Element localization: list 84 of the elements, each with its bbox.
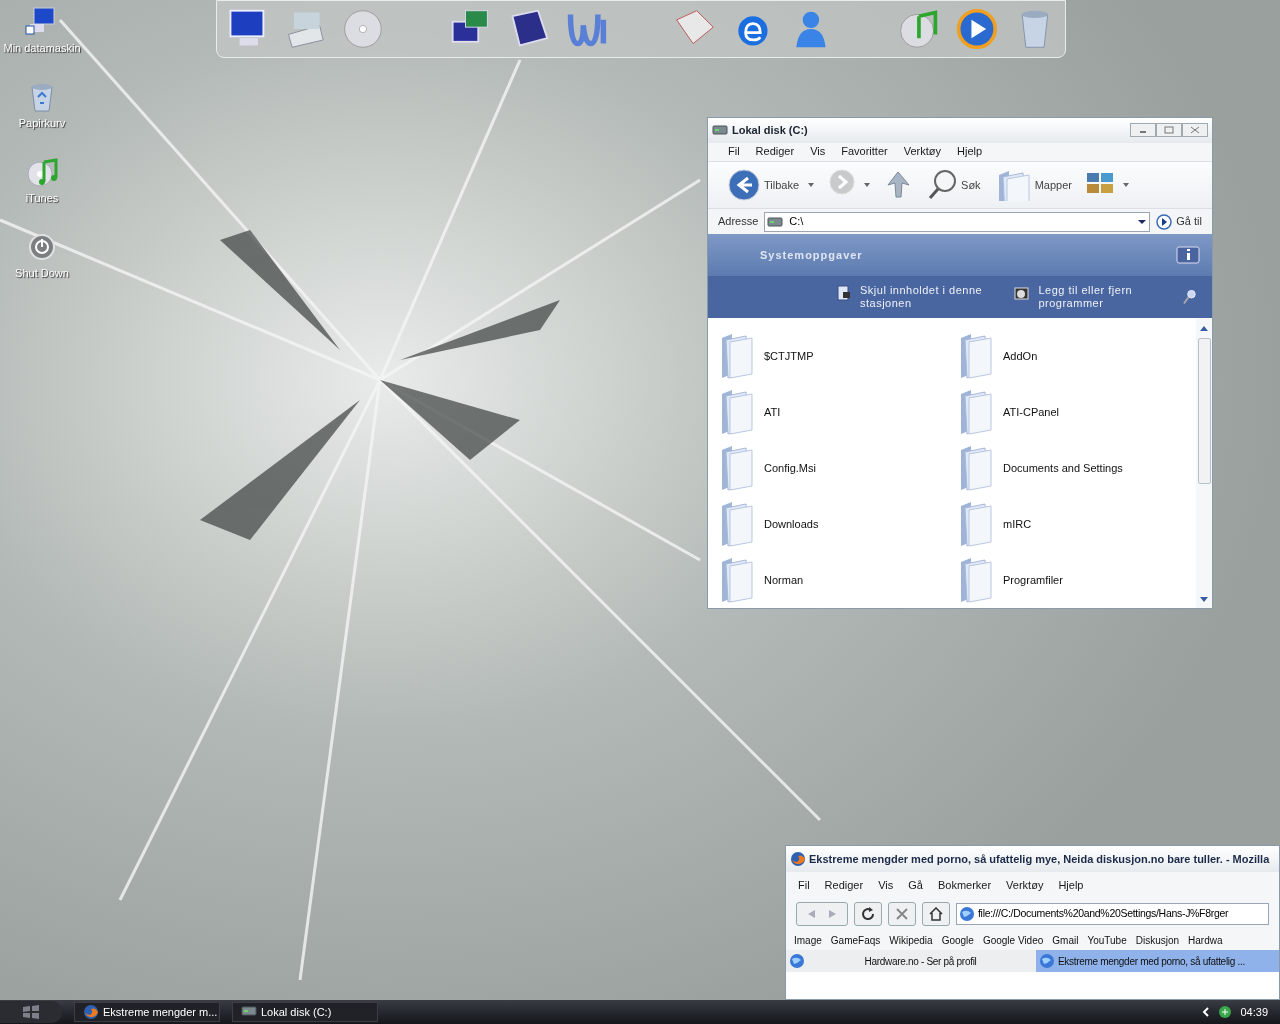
address-label: Adresse	[718, 214, 759, 230]
info-icon	[1176, 246, 1200, 264]
minimize-button[interactable]	[1130, 123, 1156, 138]
menu-item[interactable]: Vis	[810, 143, 826, 160]
folder-item[interactable]: Documents and Settings	[957, 440, 1196, 496]
browser-tab[interactable]: Ekstreme mengder med porno, så ufattelig ...	[1036, 950, 1279, 972]
menu-item[interactable]: Verktøy	[1006, 876, 1044, 894]
menu-item[interactable]: Rediger	[824, 876, 864, 894]
scroll-up-icon	[1199, 324, 1209, 332]
task-link[interactable]: Skjul innholdet i denne stasjonen	[836, 284, 987, 310]
stop-button[interactable]	[888, 902, 916, 926]
start-button[interactable]	[0, 1001, 62, 1023]
menu-item[interactable]: Gå	[908, 876, 923, 894]
menu-item[interactable]: Rediger	[755, 143, 795, 160]
scrollbar[interactable]	[1196, 318, 1212, 608]
menu-item[interactable]: Fil	[728, 143, 740, 160]
menu-item[interactable]: Vis	[878, 876, 894, 894]
folder-item[interactable]: Programfiler	[957, 552, 1196, 608]
folder-item[interactable]: $CTJTMP	[718, 328, 957, 384]
dropdown-caret-icon	[1137, 218, 1148, 225]
back-forward-button[interactable]	[796, 902, 848, 926]
go-button[interactable]: Gå til	[1156, 213, 1202, 230]
bookmark-link[interactable]: Diskusjon	[1135, 932, 1180, 948]
magnifier-icon	[1182, 289, 1196, 305]
menu-item[interactable]: Fil	[798, 876, 810, 894]
window-title: Ekstreme mengder med porno, så ufattelig mye, Neida diskusjon.no bare tuller. - Mozilla	[809, 851, 1270, 867]
bookmark-link[interactable]: Image	[794, 932, 822, 948]
bookmark-link[interactable]: Gmail	[1052, 932, 1079, 948]
chevron-left-icon	[1202, 1007, 1211, 1017]
close-icon	[895, 907, 909, 921]
search-icon	[927, 169, 958, 201]
folder-item[interactable]: AddOn	[957, 328, 1196, 384]
play-circle-icon	[1156, 213, 1173, 230]
dropdown-caret-icon	[807, 182, 816, 188]
globe-icon	[1039, 953, 1055, 969]
document-icon	[836, 285, 852, 301]
folder-item[interactable]: Config.Msi	[718, 440, 957, 496]
bookmark-link[interactable]: YouTube	[1087, 932, 1127, 948]
dropdown-caret-icon	[863, 182, 872, 188]
folder-item[interactable]: Norman	[718, 552, 957, 608]
window-title: Lokal disk (C:)	[732, 123, 809, 139]
bookmark-link[interactable]: Hardwa	[1188, 932, 1223, 948]
folder-item[interactable]: ATI	[718, 384, 957, 440]
folder-item[interactable]: Downloads	[718, 496, 957, 552]
close-button[interactable]	[1182, 123, 1208, 138]
home-icon	[929, 907, 943, 921]
bookmark-link[interactable]: Google Video	[982, 932, 1044, 948]
home-button[interactable]	[922, 902, 950, 926]
music-disc-icon	[24, 156, 60, 188]
toolbar-button[interactable]: Søk	[927, 167, 981, 203]
taskbar-button[interactable]: Ekstreme mengder m...	[74, 1002, 220, 1022]
network-icon	[1218, 1005, 1233, 1019]
task-link[interactable]: Legg til eller fjern programmer	[1014, 284, 1165, 310]
maximize-icon	[1164, 126, 1174, 135]
folder-item[interactable]: mIRC	[957, 496, 1196, 552]
fox-globe-icon	[83, 1004, 99, 1020]
windows-flag-icon	[22, 1005, 40, 1019]
menu-item[interactable]: Verktøy	[903, 143, 941, 160]
close-icon	[1190, 126, 1200, 135]
browser-tab[interactable]: Hardware.no - Ser på profil	[786, 950, 1036, 972]
taskbar-button[interactable]: Lokal disk (C:)	[232, 1002, 378, 1022]
menu-item[interactable]: Hjelp	[1058, 876, 1084, 894]
menu-item[interactable]: Favoritter	[841, 143, 888, 160]
bookmark-link[interactable]: GameFaqs	[830, 932, 881, 948]
globe-icon	[789, 953, 805, 969]
maximize-button[interactable]	[1156, 123, 1182, 138]
arrows-icon	[807, 909, 837, 919]
menu-item[interactable]: Bokmerker	[937, 876, 992, 894]
folder-item[interactable]: ATI-CPanel	[957, 384, 1196, 440]
fox-globe-icon	[790, 851, 806, 867]
globe-icon	[959, 906, 975, 922]
dropdown-caret-icon	[1121, 182, 1130, 188]
cd-box-icon	[1014, 285, 1031, 301]
bookmark-link[interactable]: Wikipedia	[889, 932, 933, 948]
task-panel-title: Systemoppgaver	[760, 247, 864, 263]
reload-button[interactable]	[854, 902, 882, 926]
address-field[interactable]: C:\	[764, 211, 1151, 232]
menu-item[interactable]: Hjelp	[957, 143, 983, 160]
bookmark-link[interactable]: Google	[941, 932, 974, 948]
url-field[interactable]: file:///C:/Documents%20and%20Settings/Hans-J%F8rger	[956, 903, 1269, 925]
reload-icon	[861, 907, 875, 921]
clock: 04:39	[1240, 1004, 1268, 1020]
toolbar-button[interactable]: Tilbake	[728, 167, 816, 203]
scroll-down-icon	[1199, 596, 1209, 604]
